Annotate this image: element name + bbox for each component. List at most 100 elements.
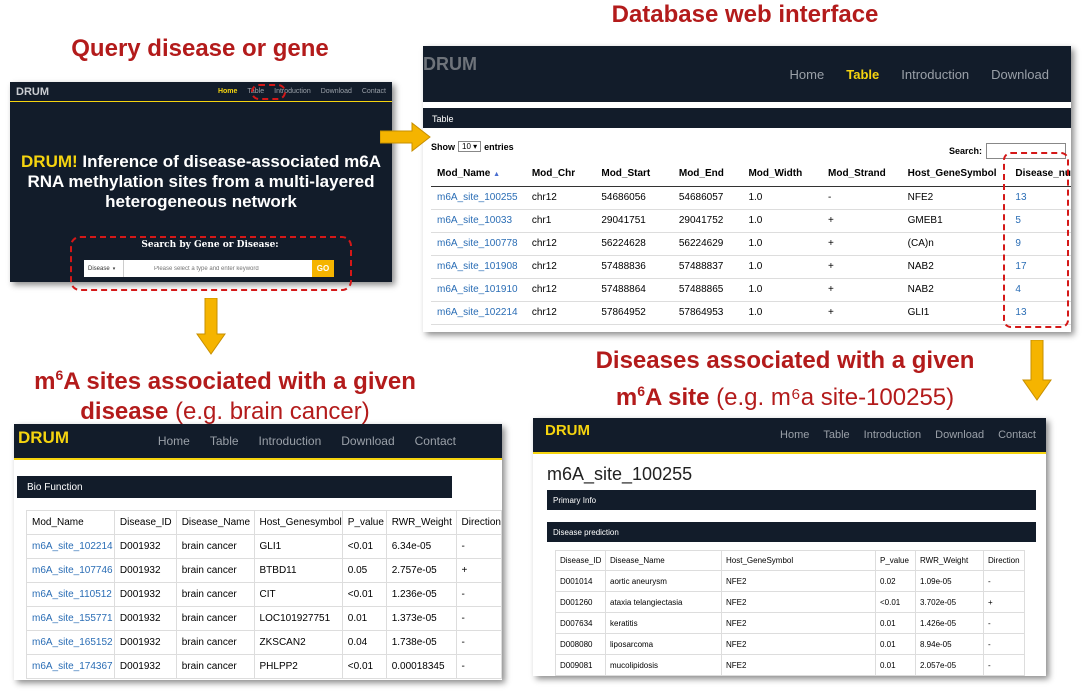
primary-info-bar: Primary Info	[547, 490, 1036, 510]
table-row: D001014 aortic aneurysm NFE2 0.02 1.09e-…	[555, 570, 1025, 592]
hero-text: DRUM! Inference of disease-associated m6…	[21, 152, 381, 211]
cell: NAB2	[907, 284, 934, 295]
chevron-down-icon: ▾	[473, 142, 478, 151]
heading-query: Query disease or gene	[71, 35, 329, 62]
nav-table[interactable]: Table	[846, 67, 879, 82]
cell: NAB2	[907, 261, 934, 272]
logo[interactable]: DRUM	[18, 428, 69, 448]
nav-introduction[interactable]: Introduction	[901, 67, 969, 82]
cell: 1.0	[748, 284, 763, 295]
nav-download[interactable]: Download	[321, 88, 352, 95]
cell: D001932	[114, 558, 177, 583]
mod-link[interactable]: m6A_site_10033	[437, 215, 512, 226]
nav-table[interactable]: Table	[823, 429, 849, 441]
mod-link[interactable]: m6A_site_101908	[437, 261, 518, 272]
cell: NFE2	[721, 612, 876, 634]
nav-table[interactable]: Table	[210, 434, 239, 448]
col-direction[interactable]: Direction	[984, 551, 1025, 571]
nav-home[interactable]: Home	[790, 67, 825, 82]
mod-link[interactable]: m6A_site_100778	[437, 238, 518, 249]
col-rwr-weight[interactable]: RWR_Weight	[386, 510, 457, 535]
logo[interactable]: DRUM	[423, 54, 477, 75]
mod-link[interactable]: m6A_site_102214	[32, 541, 113, 552]
logo[interactable]: DRUM	[545, 422, 590, 439]
entries-select[interactable]: 10 ▾	[458, 141, 482, 152]
mod-link[interactable]: m6A_site_107746	[32, 565, 113, 576]
col-mod-name[interactable]: Mod_Name	[26, 510, 115, 535]
nav-contact[interactable]: Contact	[362, 88, 386, 95]
arrow-down-icon	[1022, 340, 1052, 401]
cell: 56224629	[678, 238, 724, 249]
table-row: m6A_site_107746 D001932 brain cancer BTB…	[26, 558, 502, 583]
table-row: m6A_site_102214 chr12 57864952 57864953 …	[431, 301, 1071, 324]
col-disease-name[interactable]: Disease_Name	[176, 510, 255, 535]
logo[interactable]: DRUM	[16, 86, 49, 98]
col-p-value[interactable]: P_value	[342, 510, 387, 535]
nav-home[interactable]: Home	[780, 429, 809, 441]
nav-introduction[interactable]: Introduction	[864, 429, 921, 441]
col-disease-name[interactable]: Disease_Name	[605, 550, 722, 571]
cell: 2.057e-05	[915, 654, 984, 676]
mod-table: Mod_Name ▲ Mod_Chr Mod_Start Mod_End Mod…	[431, 162, 1071, 325]
nav-contact[interactable]: Contact	[998, 429, 1036, 441]
col-rwr-weight[interactable]: RWR_Weight	[915, 550, 984, 571]
col-mod-end[interactable]: Mod_End	[673, 162, 743, 186]
cell: ataxia telangiectasia	[605, 591, 722, 613]
cell: 54686056	[601, 192, 646, 203]
cell: -	[828, 192, 832, 203]
cell: <0.01	[875, 591, 916, 613]
cell: -	[988, 576, 991, 586]
mod-link[interactable]: m6A_site_174367	[32, 661, 113, 672]
col-host-genesymbol[interactable]: Host_GeneSymbol	[721, 550, 876, 571]
bio-navbar: DRUM Home Table Introduction Download Co…	[14, 424, 502, 460]
nav-home[interactable]: Home	[218, 88, 237, 95]
col-mod-name[interactable]: Mod_Name ▲	[431, 162, 526, 186]
table-row: m6A_site_102214 D001932 brain cancer GLI…	[26, 534, 502, 559]
nav-home[interactable]: Home	[158, 434, 190, 448]
col-direction[interactable]: Direction	[456, 511, 501, 535]
cell: 1.738e-05	[386, 630, 457, 655]
cell: 29041751	[601, 215, 646, 226]
cell: 57864953	[678, 307, 724, 318]
table-panel: DRUM Home Table Introduction Download Ta…	[423, 46, 1071, 332]
mod-link[interactable]: m6A_site_101910	[437, 284, 518, 295]
cell: -	[461, 637, 465, 648]
mod-link[interactable]: m6A_site_165152	[32, 637, 113, 648]
nav-introduction[interactable]: Introduction	[259, 434, 322, 448]
cell: -	[461, 589, 465, 600]
cell: chr12	[531, 192, 557, 203]
cell: 1.0	[748, 238, 763, 249]
sort-asc-icon: ▲	[493, 171, 501, 179]
cell: D001932	[114, 534, 177, 559]
mod-link[interactable]: m6A_site_100255	[437, 192, 518, 203]
cell: 29041752	[678, 215, 724, 226]
mod-link[interactable]: m6A_site_102214	[437, 307, 518, 318]
nav-contact[interactable]: Contact	[415, 434, 456, 448]
bio-function-bar: Bio Function	[17, 476, 452, 498]
col-disease-id[interactable]: Disease_ID	[555, 550, 606, 571]
cell: 0.01	[875, 612, 916, 634]
cell: 1.0	[748, 261, 763, 272]
mod-link[interactable]: m6A_site_155771	[32, 613, 113, 624]
cell: <0.01	[342, 654, 387, 679]
cell: -	[461, 541, 465, 552]
cell: chr12	[531, 284, 557, 295]
cell: NFE2	[721, 570, 876, 592]
nav-download[interactable]: Download	[935, 429, 984, 441]
cell: (CA)n	[907, 238, 934, 249]
col-mod-width[interactable]: Mod_Width	[742, 162, 822, 186]
mod-link[interactable]: m6A_site_110512	[32, 589, 112, 600]
nav-download[interactable]: Download	[991, 67, 1049, 82]
site-navbar: DRUM Home Table Introduction Download Co…	[533, 418, 1046, 454]
col-p-value[interactable]: P_value	[875, 550, 916, 571]
col-mod-chr[interactable]: Mod_Chr	[526, 162, 596, 186]
disease-prediction-bar: Disease prediction	[547, 522, 1036, 542]
cell: liposarcoma	[605, 633, 722, 655]
nav-download[interactable]: Download	[341, 434, 394, 448]
col-host-genesymbol[interactable]: Host_Genesymbol	[254, 510, 343, 535]
cell: BTBD11	[254, 558, 343, 583]
col-host-genesymbol[interactable]: Host_GeneSymbol	[902, 162, 1010, 186]
col-mod-start[interactable]: Mod_Start	[595, 162, 673, 186]
col-mod-strand[interactable]: Mod_Strand	[822, 162, 902, 186]
col-disease-id[interactable]: Disease_ID	[114, 510, 177, 535]
